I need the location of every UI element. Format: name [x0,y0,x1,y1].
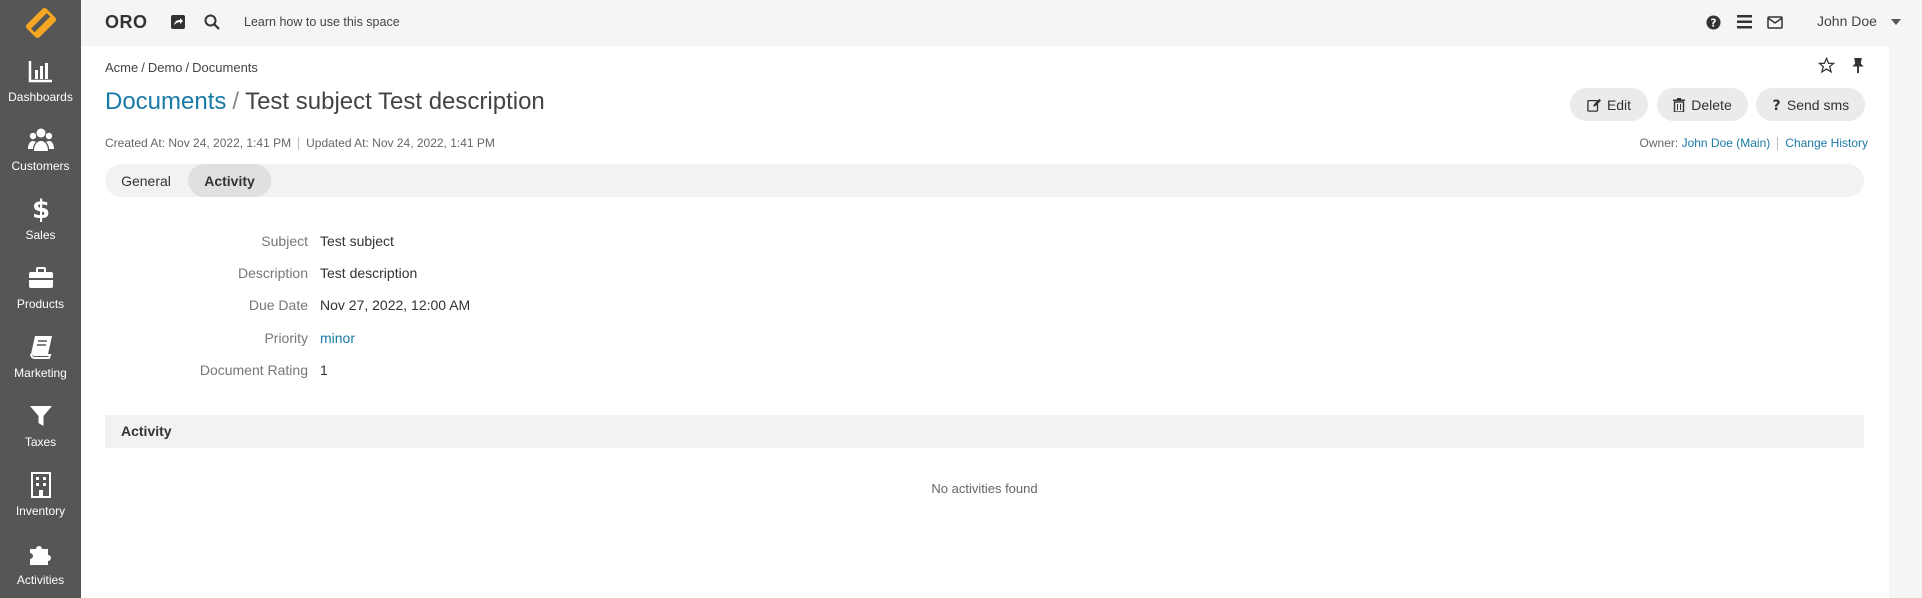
field-value-due-date: Nov 27, 2022, 12:00 AM [320,297,471,313]
search-icon[interactable] [202,12,222,32]
puzzle-icon [29,545,51,565]
sidebar-item-products[interactable]: Products [0,253,81,322]
change-history-link[interactable]: Change History [1785,136,1868,150]
field-label-priority: Priority [264,330,308,346]
field-label-due-date: Due Date [248,297,308,313]
delete-button[interactable]: Delete [1657,88,1748,121]
sidebar-item-taxes[interactable]: Taxes [0,391,81,460]
svg-text:$: $ [31,196,49,222]
pin-icon[interactable] [1851,57,1865,79]
dollar-icon: $ [31,196,49,222]
sidebar-item-activities[interactable]: Activities [0,529,81,598]
sidebar-item-label: Activities [16,572,65,587]
field-value-document-rating: 1 [320,362,328,378]
field-value-description: Test description [320,265,418,281]
top-bar: ORO Learn how to use this space ? John D… [81,0,1922,46]
briefcase-icon [28,266,53,288]
breadcrumb-separator: / [141,60,145,75]
chevron-down-icon[interactable] [1891,19,1901,25]
sidebar-item-label: Marketing [14,365,67,380]
meta-divider [298,137,300,151]
section-title: Activity [121,423,172,439]
mail-icon[interactable] [1765,12,1785,32]
owner-label: Owner: [1639,136,1679,150]
empty-state-message: No activities found [931,481,1038,496]
question-icon: ? [1772,98,1780,112]
created-at: Created At: Nov 24, 2022, 1:41 PM [105,136,292,150]
sidebar-item-sales[interactable]: $ Sales [0,184,81,253]
field-value-subject: Test subject [320,233,394,249]
field-label-subject: Subject [261,233,308,249]
breadcrumb-item[interactable]: Demo [148,60,183,75]
updated-at: Updated At: Nov 24, 2022, 1:41 PM [306,136,495,150]
sidebar-item-customers[interactable]: Customers [0,115,81,184]
owner-info: Owner: John Doe (Main) Change History [1639,136,1868,151]
svg-text:?: ? [1710,17,1716,29]
edit-label: Edit [1606,96,1632,113]
edit-icon [1587,98,1601,112]
activity-section-header: Activity [105,415,1864,448]
help-icon[interactable]: ? [1703,12,1723,32]
bar-chart-icon [28,60,52,82]
star-icon[interactable] [1817,56,1836,79]
logo-icon [25,7,56,39]
sidebar-item-marketing[interactable]: Marketing [0,322,81,391]
field-label-document-rating: Document Rating [199,362,308,378]
sidebar-item-label: Customers [11,158,70,173]
scrollbar-track[interactable] [1889,46,1922,598]
send-sms-label: Send sms [1786,96,1850,113]
breadcrumb-separator: / [185,60,190,75]
entity-link[interactable]: Documents [105,88,226,115]
record-title: Test subject Test description [245,88,545,115]
delete-label: Delete [1691,96,1732,113]
breadcrumb: Acme / Demo / Documents [105,60,258,75]
send-sms-button[interactable]: ? Send sms [1756,88,1865,121]
record-meta: Created At: Nov 24, 2022, 1:41 PM Updated… [105,136,495,151]
field-value-priority[interactable]: minor [320,330,355,346]
sidebar-item-dashboards[interactable]: Dashboards [0,46,81,115]
tab-bar: General Activity [105,164,1864,197]
tab-activity[interactable]: Activity [188,164,271,197]
page-title: Documents / Test subject Test description [105,88,545,116]
help-link[interactable]: Learn how to use this space [244,15,400,29]
users-icon [27,128,54,151]
brand-name[interactable]: ORO [105,12,148,33]
edit-button[interactable]: Edit [1570,88,1648,121]
book-icon [29,335,52,359]
meta-divider [1777,137,1779,151]
sidebar-item-label: Sales [25,227,56,242]
oro-logo[interactable] [0,0,81,46]
tab-general[interactable]: General [105,164,187,197]
trash-icon [1673,97,1686,112]
sidebar: Dashboards Customers $ Sales Products Ma… [0,0,81,598]
share-icon[interactable] [168,12,188,32]
user-menu[interactable]: John Doe [1817,13,1877,29]
breadcrumb-item[interactable]: Documents [192,60,258,75]
sidebar-item-inventory[interactable]: Inventory [0,460,81,529]
filter-icon [29,405,52,426]
breadcrumb-item[interactable]: Acme [105,60,138,75]
sidebar-item-label: Dashboards [8,89,73,104]
building-icon [30,471,51,498]
sidebar-item-label: Products [16,296,65,311]
field-label-description: Description [237,265,308,281]
title-separator: / [232,88,240,115]
sidebar-item-label: Taxes [24,434,57,449]
sidebar-item-label: Inventory [15,503,66,518]
owner-link[interactable]: John Doe (Main) [1682,136,1771,150]
svg-text:?: ? [1772,98,1780,112]
menu-icon[interactable] [1734,12,1754,32]
